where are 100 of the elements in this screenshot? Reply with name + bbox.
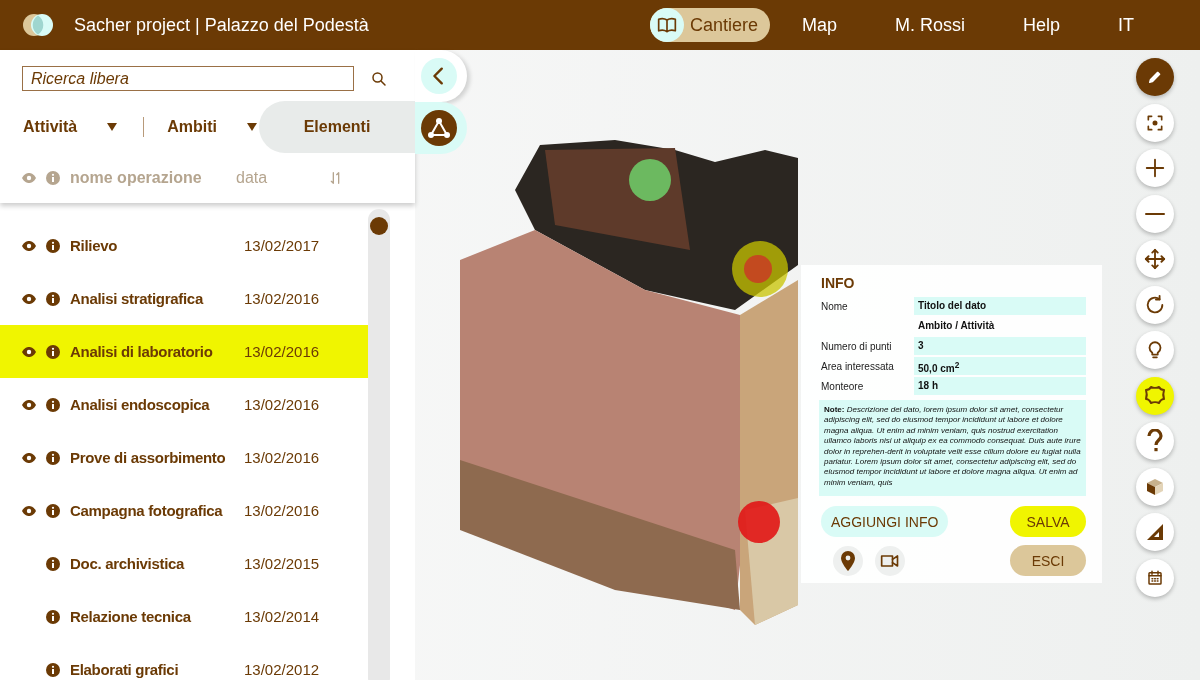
info-icon <box>46 397 60 412</box>
operation-name: Elaborati grafici <box>70 661 180 678</box>
save-button[interactable]: SALVA <box>1010 506 1086 538</box>
info-icon <box>46 556 60 571</box>
operation-name: Relazione tecnica <box>70 608 192 625</box>
tool-button[interactable] <box>1136 558 1174 597</box>
operation-row[interactable]: Relazione tecnica 13/02/2014 <box>0 590 368 643</box>
info-icon <box>46 171 60 185</box>
caret-icon <box>247 123 257 131</box>
panel-title: INFO <box>821 275 856 291</box>
operation-row[interactable]: Campagna fotografica 13/02/2016 <box>0 484 368 537</box>
category-label: Ambito / Attività <box>917 319 996 333</box>
operation-row[interactable]: Doc. archivistica 13/02/2015 <box>0 537 368 590</box>
nav-link[interactable]: Map <box>775 8 863 42</box>
field-label: Area interessata <box>821 360 895 372</box>
book-icon <box>655 15 678 35</box>
nav-link[interactable]: M. Rossi <box>868 8 991 42</box>
info-icon <box>46 662 60 677</box>
info-icon <box>46 450 60 465</box>
network-button[interactable] <box>415 102 467 154</box>
operation-date: 13/02/2016 <box>244 502 320 519</box>
operation-row[interactable]: Rilievo 13/02/2017 <box>0 219 368 272</box>
operation-name: Analisi stratigrafica <box>70 290 205 307</box>
field-value: 3 <box>914 337 1086 355</box>
operation-name: Rilievo <box>70 237 119 254</box>
operation-date: 13/02/2012 <box>244 661 320 678</box>
tool-button[interactable] <box>1136 285 1174 324</box>
operation-row[interactable]: Analisi stratigrafica 13/02/2016 <box>0 272 368 325</box>
location-button[interactable] <box>833 545 863 576</box>
video-button[interactable] <box>875 545 905 576</box>
search-icon <box>370 69 388 88</box>
field-label: Numero di punti <box>821 340 893 352</box>
field-label: Nome <box>821 300 849 312</box>
column-header: nome operazione <box>70 169 202 186</box>
operation-name: Analisi endoscopica <box>70 396 211 413</box>
field-value: 18 h <box>914 377 1086 395</box>
field-value: 50,0 cm$^{2}$ <box>914 357 1086 375</box>
nav-link[interactable]: IT <box>1092 8 1160 42</box>
note-text: Note: Descrizione del dato, lorem ipsum dolor sit amet, consectetur adipiscing elit, sed do eiusmod tempor incididunt ut labore et dolore magna aliqua. Ut enim ad minim veniam, quis nostrud exercitation ullamco laboris nisi ut aliquip ex ea commodo consequat. Duis aute irure dolor in reprehen-derit in voluptate velit esse cillum dolore eu fugiat nulla pariatur. Lorem ipsum dolor sit amet, consectetur adipiscing elit, sed do eiusmod tempor incididunt ut labore et dolore magna aliqua. Ut enim ad minim veniam, quis <box>819 400 1086 497</box>
question-mark-icon <box>1147 429 1163 453</box>
tool-button[interactable] <box>1136 149 1174 187</box>
eye-icon <box>22 452 36 463</box>
search-field[interactable]: Ricerca libera <box>22 66 354 91</box>
operation-date: 13/02/2015 <box>244 555 320 572</box>
tool-button[interactable] <box>1136 467 1174 506</box>
calendar-icon <box>1146 568 1164 587</box>
eye-icon <box>22 399 36 410</box>
filter-dropdown[interactable]: Ambiti <box>144 118 257 136</box>
cube-icon <box>1146 477 1164 496</box>
plus-icon <box>1144 157 1166 179</box>
add-info-button[interactable]: AGGIUNGI INFO <box>821 506 949 538</box>
operation-name: Analisi di laboratorio <box>70 343 214 360</box>
operation-date: 13/02/2016 <box>244 396 320 413</box>
pencil-icon <box>1147 69 1163 85</box>
operation-name: Doc. archivistica <box>70 555 186 572</box>
tool-button[interactable] <box>1136 240 1174 278</box>
tool-button[interactable] <box>1136 331 1174 369</box>
tool-button[interactable] <box>1136 58 1174 96</box>
nav-link[interactable]: Help <box>996 8 1086 42</box>
tool-button[interactable] <box>1136 513 1174 551</box>
operation-row[interactable]: Prove di assorbimento 13/02/2016 <box>0 431 368 484</box>
operation-row[interactable]: Analisi di laboratorio 13/02/2016 <box>0 325 368 378</box>
eye-icon <box>22 293 36 304</box>
scrollbar[interactable] <box>368 209 390 680</box>
eye-icon <box>22 505 36 516</box>
operation-date: 13/02/2016 <box>244 290 320 307</box>
exit-button[interactable]: ESCI <box>1010 545 1086 577</box>
operation-date: 13/02/2016 <box>244 343 320 360</box>
info-icon <box>46 609 60 624</box>
caret-icon <box>107 123 118 131</box>
operation-name: Prove di assorbimento <box>70 449 227 466</box>
operation-date: 13/02/2014 <box>244 608 320 625</box>
triangle-network-icon <box>427 117 451 139</box>
tool-button[interactable] <box>1136 103 1174 142</box>
operation-name: Campagna fotografica <box>70 502 224 519</box>
operation-row[interactable]: Analisi endoscopica 13/02/2016 <box>0 378 368 431</box>
column-header: data <box>236 169 268 186</box>
tool-button[interactable] <box>1136 422 1174 460</box>
field-value: Titolo del dato <box>914 297 1086 315</box>
operation-date: 13/02/2017 <box>244 237 320 254</box>
eye-icon <box>22 173 36 183</box>
app-title: Sacher project | Palazzo del Podestà <box>74 14 370 36</box>
info-icon <box>46 503 60 518</box>
eye-icon <box>22 240 36 251</box>
field-label: Monteore <box>821 380 865 392</box>
operation-row[interactable]: Elaborati grafici 13/02/2012 <box>0 643 368 680</box>
info-icon <box>46 291 60 306</box>
tool-button[interactable] <box>1136 376 1174 415</box>
tool-button[interactable] <box>1136 194 1174 233</box>
scroll-thumb[interactable] <box>370 217 388 235</box>
nav-link[interactable]: Cantiere <box>649 8 770 42</box>
info-icon <box>46 238 60 253</box>
move-icon <box>1144 248 1166 270</box>
logo-icon <box>22 13 54 37</box>
elements-tab[interactable]: Elementi <box>259 101 415 153</box>
info-icon <box>46 344 60 359</box>
filter-dropdown[interactable]: Attività <box>0 118 118 136</box>
rotate-icon <box>1144 293 1166 316</box>
minus-icon <box>1144 212 1166 215</box>
eye-icon <box>22 346 36 357</box>
